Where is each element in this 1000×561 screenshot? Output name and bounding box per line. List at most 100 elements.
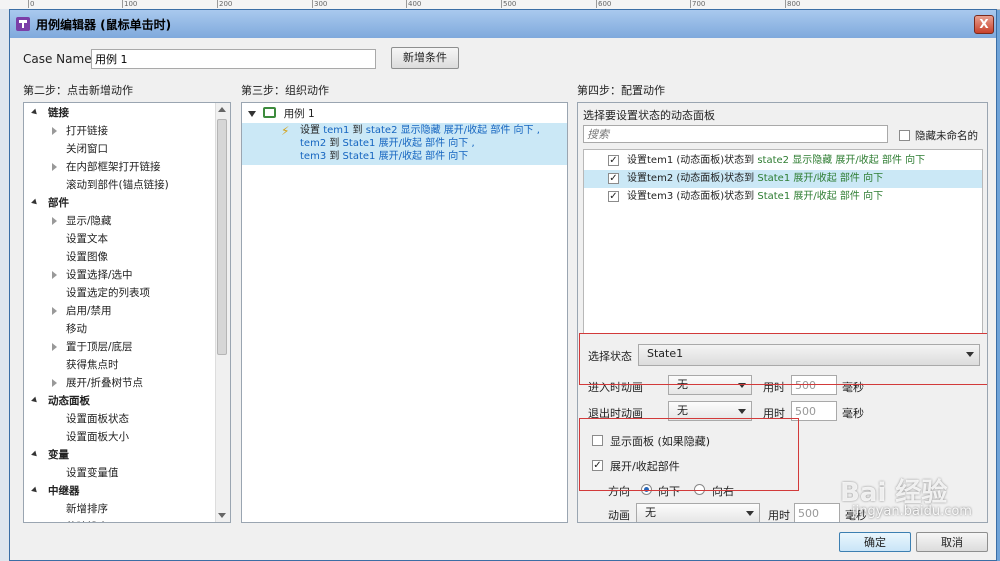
hide-unnamed-checkbox[interactable]: [899, 130, 910, 141]
ruler-tick: 300: [312, 0, 328, 8]
action-group-label: 中继器: [48, 485, 80, 497]
action-group[interactable]: 中继器: [31, 482, 80, 500]
close-button[interactable]: X: [974, 15, 994, 34]
panel-row-prefix: 设置tem1 (动态面板)状态到: [627, 155, 758, 166]
panel-row-label: 设置tem2 (动态面板)状态到 State1 展开/收起 部件 向下: [627, 170, 883, 188]
ruler-tick: 800: [785, 0, 801, 8]
action-list-panel: 链接 打开链接 关闭窗口 在内部框架打开链接滚动到部件(锚点链接) 部件 显示/隐藏 设置文…: [23, 102, 231, 523]
action-item[interactable]: 设置图像: [66, 248, 108, 266]
case-node[interactable]: 用例 1: [248, 105, 315, 123]
action-group[interactable]: 部件: [31, 194, 69, 212]
action-item-label: 移除排序: [66, 521, 108, 522]
ruler-tick: 400: [406, 0, 422, 8]
add-condition-button[interactable]: 新增条件: [391, 47, 459, 69]
action-line-name: tem1: [323, 125, 350, 136]
action-item-label: 设置选定的列表项: [66, 287, 150, 299]
action-item[interactable]: 获得焦点时: [66, 356, 119, 374]
step4-title: 第四步：配置动作: [577, 84, 665, 97]
watermark-url: jingyan.baidu.com: [852, 504, 972, 519]
action-group[interactable]: 动态面板: [31, 392, 90, 410]
action-line-state: State1: [342, 151, 376, 162]
anim-time-input[interactable]: [794, 503, 840, 522]
exit-ms-label: 毫秒: [842, 407, 864, 420]
action-item[interactable]: 设置变量值: [66, 464, 119, 482]
expand-icon[interactable]: [52, 271, 57, 279]
action-item[interactable]: 设置选择/选中: [52, 266, 133, 284]
expand-icon[interactable]: [52, 343, 57, 351]
scroll-up-icon[interactable]: [218, 107, 226, 112]
action-item-label: 设置面板状态: [66, 413, 129, 425]
collapse-icon[interactable]: [31, 198, 39, 207]
collapse-icon[interactable]: [31, 486, 39, 495]
action-item-label: 启用/禁用: [66, 305, 112, 317]
action-item[interactable]: 启用/禁用: [52, 302, 112, 320]
action-item[interactable]: 置于顶层/底层: [52, 338, 133, 356]
action-item[interactable]: 关闭窗口: [66, 140, 108, 158]
action-item-label: 滚动到部件(锚点链接): [66, 179, 169, 191]
action-item[interactable]: 在内部框架打开链接: [52, 158, 161, 176]
anim-label: 动画: [608, 509, 630, 522]
ruler-tick: 500: [501, 0, 517, 8]
action-item[interactable]: 显示/隐藏: [52, 212, 112, 230]
action-item[interactable]: 设置面板大小: [66, 428, 129, 446]
action-item[interactable]: 滚动到部件(锚点链接): [66, 176, 169, 194]
action-item[interactable]: 新增排序: [66, 500, 108, 518]
dynamic-panel-list: ✓ 设置tem1 (动态面板)状态到 state2 显示隐藏 展开/收起 部件 向…: [583, 149, 983, 334]
configure-action-panel: 选择要设置状态的动态面板 隐藏未命名的 ✓ 设置tem1 (动态面板)状态到 st…: [577, 102, 988, 523]
expand-icon[interactable]: [52, 307, 57, 315]
ok-button[interactable]: 确定: [839, 532, 911, 552]
scroll-down-icon[interactable]: [218, 513, 226, 518]
panel-row-state: state2: [757, 155, 790, 166]
action-line-mid: 到: [326, 151, 343, 162]
app-icon: [16, 17, 30, 31]
action-item-label: 新增排序: [66, 503, 108, 515]
action-line-post: 展开/收起 部件 向下 ,: [375, 138, 475, 149]
panel-row[interactable]: ✓ 设置tem2 (动态面板)状态到 State1 展开/收起 部件 向下: [584, 170, 982, 188]
collapse-icon[interactable]: [31, 108, 39, 117]
expand-icon[interactable]: [52, 379, 57, 387]
panel-row-checkbox[interactable]: ✓: [608, 173, 619, 184]
panel-row-prefix: 设置tem3 (动态面板)状态到: [627, 191, 758, 202]
action-node[interactable]: ⚡ 设置 tem1 到 state2 显示隐藏 展开/收起 部件 向下 , tem…: [242, 123, 567, 165]
action-line: 设置 tem1 到 state2 显示隐藏 展开/收起 部件 向下 ,: [300, 124, 540, 137]
expand-icon[interactable]: [52, 163, 57, 171]
action-item[interactable]: 设置文本: [66, 230, 108, 248]
action-line-post: 展开/收起 部件 向下: [375, 151, 469, 162]
expand-icon[interactable]: [52, 127, 57, 135]
collapse-icon[interactable]: [248, 111, 256, 117]
action-item[interactable]: 展开/折叠树节点: [52, 374, 143, 392]
expand-icon[interactable]: [52, 217, 57, 225]
panel-row-checkbox[interactable]: ✓: [608, 191, 619, 202]
ruler-tick: 600: [596, 0, 612, 8]
panel-row-label: 设置tem3 (动态面板)状态到 State1 展开/收起 部件 向下: [627, 188, 883, 206]
panel-row[interactable]: ✓ 设置tem1 (动态面板)状态到 state2 显示隐藏 展开/收起 部件 向…: [584, 152, 982, 170]
case-name-input[interactable]: [91, 49, 376, 69]
case-name-label: Case Name: [23, 52, 92, 66]
action-group[interactable]: 变量: [31, 446, 69, 464]
search-input[interactable]: [583, 125, 888, 143]
action-list-scrollbar[interactable]: [215, 103, 230, 522]
background-canvas-strip: [0, 9, 9, 561]
collapse-icon[interactable]: [31, 450, 39, 459]
panel-row-checkbox[interactable]: ✓: [608, 155, 619, 166]
step2-title: 第二步：点击新增动作: [23, 84, 133, 97]
action-item[interactable]: 打开链接: [52, 122, 108, 140]
collapse-icon[interactable]: [31, 396, 39, 405]
action-item[interactable]: 移动: [66, 320, 87, 338]
title-bar[interactable]: 用例编辑器 (鼠标单击时) X: [10, 10, 996, 38]
action-line: tem2 到 State1 展开/收起 部件 向下 ,: [300, 137, 475, 150]
action-group[interactable]: 链接: [31, 104, 69, 122]
action-line-mid: 到: [326, 138, 343, 149]
action-item[interactable]: 移除排序: [66, 518, 108, 522]
panel-row-suffix: 展开/收起 部件 向下: [790, 173, 884, 184]
anim-dropdown[interactable]: 无: [636, 503, 760, 522]
action-item[interactable]: 设置选定的列表项: [66, 284, 150, 302]
action-line: tem3 到 State1 展开/收起 部件 向下: [300, 150, 468, 163]
scroll-thumb[interactable]: [217, 119, 227, 355]
ruler-tick: 100: [122, 0, 138, 8]
step3-title: 第三步：组织动作: [241, 84, 329, 97]
panel-row[interactable]: ✓ 设置tem3 (动态面板)状态到 State1 展开/收起 部件 向下: [584, 188, 982, 206]
cancel-button[interactable]: 取消: [916, 532, 988, 552]
action-item[interactable]: 设置面板状态: [66, 410, 129, 428]
action-item-label: 设置变量值: [66, 467, 119, 479]
